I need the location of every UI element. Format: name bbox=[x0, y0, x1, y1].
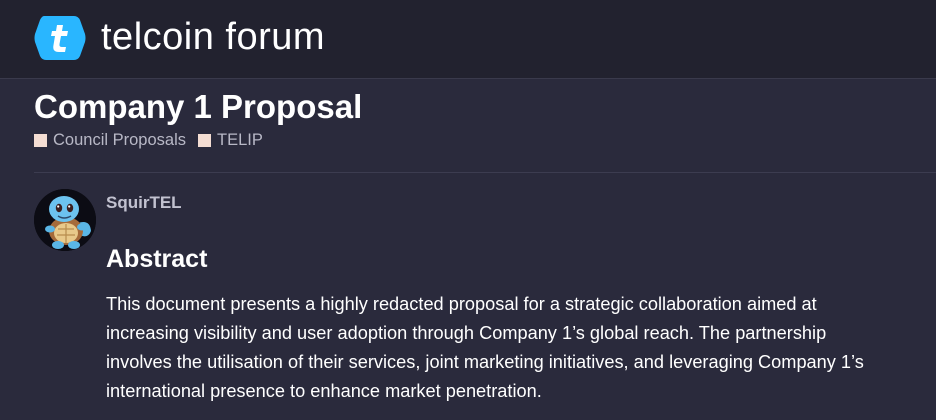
telcoin-logo-icon[interactable] bbox=[34, 14, 86, 62]
category-label: TELIP bbox=[216, 130, 263, 149]
post-body-line: international presence to enhance market… bbox=[106, 381, 542, 401]
category-badge-icon bbox=[34, 133, 47, 147]
post-heading: Abstract bbox=[106, 245, 208, 273]
post-body-line: involves the utilisation of their servic… bbox=[106, 352, 864, 372]
post-body-line: increasing visibility and user adoption … bbox=[106, 323, 827, 343]
category-badge-icon bbox=[197, 133, 211, 147]
category-label: Council Proposals bbox=[53, 130, 186, 149]
category-council-proposals[interactable]: Council Proposals bbox=[34, 131, 186, 150]
topic-title[interactable]: Company 1 Proposal bbox=[34, 86, 362, 128]
topic-divider bbox=[34, 172, 936, 173]
site-header: telcoin forum bbox=[0, 0, 936, 79]
post-author[interactable]: SquirTEL bbox=[106, 193, 182, 213]
site-name[interactable]: telcoin forum bbox=[101, 14, 325, 60]
category-telip[interactable]: TELIP bbox=[197, 130, 263, 150]
post-body-line: This document presents a highly redacted… bbox=[106, 294, 817, 314]
squirtle-avatar-icon[interactable] bbox=[34, 189, 96, 251]
post-body: This document presents a highly redacted… bbox=[106, 290, 936, 406]
category-list: Council Proposals TELIP bbox=[34, 129, 275, 151]
